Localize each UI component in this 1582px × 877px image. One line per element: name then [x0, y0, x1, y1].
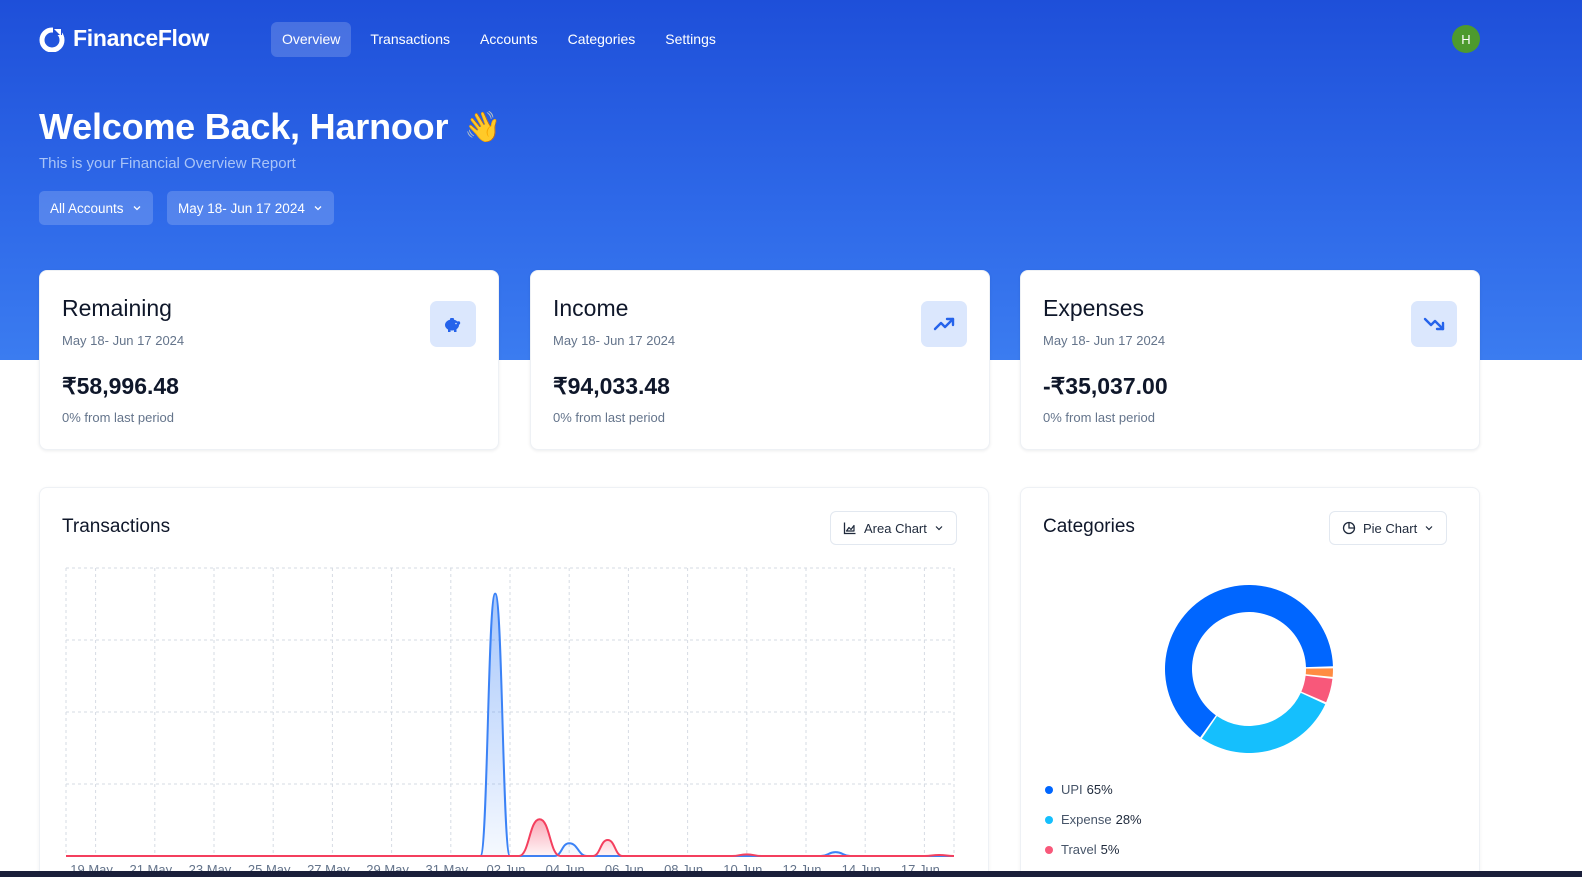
date-range-filter[interactable]: May 18- Jun 17 2024	[167, 191, 334, 225]
stat-title: Income	[553, 295, 629, 321]
logo-icon	[39, 26, 65, 52]
nav-links: Overview Transactions Accounts Categorie…	[271, 22, 735, 57]
nav-categories[interactable]: Categories	[557, 22, 647, 57]
welcome-text: Welcome Back, Harnoor	[39, 106, 449, 147]
nav-settings[interactable]: Settings	[654, 22, 727, 57]
stat-card-income: Income May 18- Jun 17 2024 ₹94,033.48 0%…	[530, 270, 990, 450]
slice-expense	[1201, 692, 1326, 753]
transactions-area-chart: 19 May 21 May 23 May 25 May 27 May 29 May 31 M…	[65, 567, 955, 877]
trending-up-icon	[921, 301, 967, 347]
chart-grid	[65, 567, 955, 857]
legend-item-travel: Travel 5%	[1045, 842, 1119, 857]
account-filter-label: All Accounts	[50, 200, 124, 216]
legend-dot	[1045, 845, 1053, 854]
account-filter[interactable]: All Accounts	[39, 191, 153, 225]
nav-accounts[interactable]: Accounts	[469, 22, 549, 57]
legend-dot	[1045, 785, 1053, 794]
stat-value: ₹94,033.48	[553, 373, 670, 399]
piggy-bank-icon	[430, 301, 476, 347]
transactions-panel: Transactions Area Chart 19 May 21 May 23 M…	[39, 487, 989, 877]
welcome-heading: Welcome Back, Harnoor 👋	[39, 106, 502, 148]
chevron-down-icon	[314, 206, 322, 211]
trending-down-icon	[1411, 301, 1457, 347]
nav-overview[interactable]: Overview	[271, 22, 352, 57]
top-nav: FinanceFlow Overview Transactions Accoun…	[0, 0, 1582, 78]
stat-value: ₹58,996.48	[62, 373, 179, 399]
bottom-edge	[0, 871, 1582, 877]
stat-title: Remaining	[62, 295, 172, 321]
stat-range: May 18- Jun 17 2024	[1043, 333, 1166, 348]
stat-value: -₹35,037.00	[1043, 373, 1168, 399]
user-avatar[interactable]: H	[1452, 25, 1480, 53]
chevron-down-icon	[133, 206, 141, 211]
stat-title: Expenses	[1043, 295, 1145, 321]
legend-item-upi: UPI 65%	[1045, 782, 1113, 797]
legend-dot	[1045, 815, 1053, 824]
legend-pct: 65%	[1086, 782, 1113, 797]
wave-icon: 👋	[464, 110, 502, 144]
slice-other	[1305, 668, 1333, 677]
page-subtitle: This is your Financial Overview Report	[39, 155, 296, 172]
categories-donut-chart	[1165, 585, 1333, 753]
stat-range: May 18- Jun 17 2024	[553, 333, 676, 348]
legend-label: Expense	[1061, 812, 1112, 827]
legend-pct: 28%	[1115, 812, 1142, 827]
nav-transactions[interactable]: Transactions	[359, 22, 461, 57]
brand-name: FinanceFlow	[73, 25, 209, 51]
legend-item-expense: Expense 28%	[1045, 812, 1142, 827]
stat-change: 0% from last period	[62, 410, 174, 425]
stat-change: 0% from last period	[553, 410, 665, 425]
brand-logo[interactable]: FinanceFlow	[39, 25, 209, 52]
date-range-label: May 18- Jun 17 2024	[178, 200, 305, 216]
stat-range: May 18- Jun 17 2024	[62, 333, 185, 348]
legend-pct: 5%	[1100, 842, 1120, 857]
stat-card-expenses: Expenses May 18- Jun 17 2024 -₹35,037.00…	[1020, 270, 1480, 450]
legend-label: Travel	[1061, 842, 1097, 857]
stat-change: 0% from last period	[1043, 410, 1155, 425]
stat-card-remaining: Remaining May 18- Jun 17 2024 ₹58,996.48…	[39, 270, 499, 450]
legend-label: UPI	[1061, 782, 1083, 797]
